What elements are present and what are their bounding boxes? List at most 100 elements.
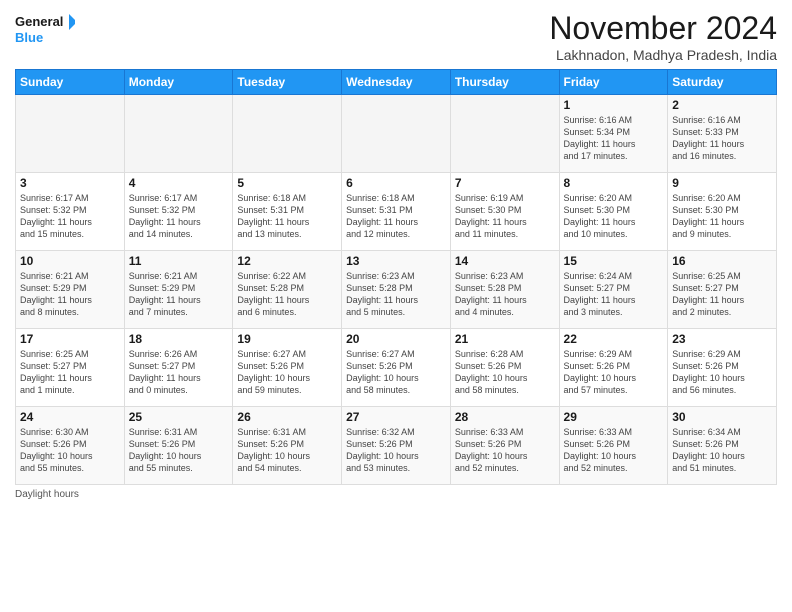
day-number: 22	[564, 332, 664, 346]
day-number: 7	[455, 176, 555, 190]
week-row-2: 10 Sunrise: 6:21 AM Sunset: 5:29 PM Dayli…	[16, 251, 777, 329]
day-cell: 20 Sunrise: 6:27 AM Sunset: 5:26 PM Dayli…	[342, 329, 451, 407]
week-row-4: 24 Sunrise: 6:30 AM Sunset: 5:26 PM Dayli…	[16, 407, 777, 485]
col-monday: Monday	[124, 70, 233, 95]
day-info: Sunrise: 6:25 AM Sunset: 5:27 PM Dayligh…	[672, 270, 772, 319]
day-info: Sunrise: 6:33 AM Sunset: 5:26 PM Dayligh…	[564, 426, 664, 475]
day-number: 10	[20, 254, 120, 268]
day-info: Sunrise: 6:31 AM Sunset: 5:26 PM Dayligh…	[237, 426, 337, 475]
day-number: 2	[672, 98, 772, 112]
day-cell	[233, 95, 342, 173]
day-number: 19	[237, 332, 337, 346]
week-row-3: 17Sunrise: 6:25 AM Sunset: 5:27 PM Dayli…	[16, 329, 777, 407]
col-saturday: Saturday	[668, 70, 777, 95]
day-info: Sunrise: 6:27 AM Sunset: 5:26 PM Dayligh…	[237, 348, 337, 397]
day-cell: 17Sunrise: 6:25 AM Sunset: 5:27 PM Dayli…	[16, 329, 125, 407]
day-cell: 4 Sunrise: 6:17 AM Sunset: 5:32 PM Daylig…	[124, 173, 233, 251]
day-cell	[450, 95, 559, 173]
day-number: 12	[237, 254, 337, 268]
logo-svg: General Blue	[15, 10, 75, 50]
week-row-1: 3 Sunrise: 6:17 AM Sunset: 5:32 PM Daylig…	[16, 173, 777, 251]
day-number: 13	[346, 254, 446, 268]
day-number: 23	[672, 332, 772, 346]
day-cell: 19 Sunrise: 6:27 AM Sunset: 5:26 PM Dayli…	[233, 329, 342, 407]
day-info: Sunrise: 6:18 AM Sunset: 5:31 PM Dayligh…	[237, 192, 337, 241]
day-number: 30	[672, 410, 772, 424]
day-info: Sunrise: 6:17 AM Sunset: 5:32 PM Dayligh…	[20, 192, 120, 241]
week-row-0: 1 Sunrise: 6:16 AM Sunset: 5:34 PM Daylig…	[16, 95, 777, 173]
day-number: 5	[237, 176, 337, 190]
calendar: Sunday Monday Tuesday Wednesday Thursday…	[15, 69, 777, 485]
location: Lakhnadon, Madhya Pradesh, India	[549, 47, 777, 63]
day-cell: 26 Sunrise: 6:31 AM Sunset: 5:26 PM Dayli…	[233, 407, 342, 485]
day-cell: 13 Sunrise: 6:23 AM Sunset: 5:28 PM Dayli…	[342, 251, 451, 329]
day-number: 26	[237, 410, 337, 424]
day-number: 1	[564, 98, 664, 112]
svg-text:General: General	[15, 14, 63, 29]
day-number: 29	[564, 410, 664, 424]
day-info: Sunrise: 6:23 AM Sunset: 5:28 PM Dayligh…	[455, 270, 555, 319]
day-cell: 10 Sunrise: 6:21 AM Sunset: 5:29 PM Dayli…	[16, 251, 125, 329]
day-cell: 15Sunrise: 6:24 AM Sunset: 5:27 PM Dayli…	[559, 251, 668, 329]
day-info: Sunrise: 6:32 AM Sunset: 5:26 PM Dayligh…	[346, 426, 446, 475]
day-number: 28	[455, 410, 555, 424]
day-number: 24	[20, 410, 120, 424]
day-info: Sunrise: 6:33 AM Sunset: 5:26 PM Dayligh…	[455, 426, 555, 475]
day-number: 3	[20, 176, 120, 190]
day-info: Sunrise: 6:19 AM Sunset: 5:30 PM Dayligh…	[455, 192, 555, 241]
day-number: 11	[129, 254, 229, 268]
day-cell: 11Sunrise: 6:21 AM Sunset: 5:29 PM Dayli…	[124, 251, 233, 329]
day-info: Sunrise: 6:29 AM Sunset: 5:26 PM Dayligh…	[672, 348, 772, 397]
day-info: Sunrise: 6:20 AM Sunset: 5:30 PM Dayligh…	[672, 192, 772, 241]
day-cell: 5 Sunrise: 6:18 AM Sunset: 5:31 PM Daylig…	[233, 173, 342, 251]
day-info: Sunrise: 6:25 AM Sunset: 5:27 PM Dayligh…	[20, 348, 120, 397]
day-cell: 8Sunrise: 6:20 AM Sunset: 5:30 PM Daylig…	[559, 173, 668, 251]
day-info: Sunrise: 6:20 AM Sunset: 5:30 PM Dayligh…	[564, 192, 664, 241]
col-wednesday: Wednesday	[342, 70, 451, 95]
day-info: Sunrise: 6:30 AM Sunset: 5:26 PM Dayligh…	[20, 426, 120, 475]
day-cell: 21Sunrise: 6:28 AM Sunset: 5:26 PM Dayli…	[450, 329, 559, 407]
day-number: 27	[346, 410, 446, 424]
day-info: Sunrise: 6:23 AM Sunset: 5:28 PM Dayligh…	[346, 270, 446, 319]
svg-text:Blue: Blue	[15, 30, 43, 45]
day-number: 16	[672, 254, 772, 268]
logo: General Blue	[15, 10, 75, 50]
day-info: Sunrise: 6:31 AM Sunset: 5:26 PM Dayligh…	[129, 426, 229, 475]
day-cell: 29 Sunrise: 6:33 AM Sunset: 5:26 PM Dayli…	[559, 407, 668, 485]
day-number: 9	[672, 176, 772, 190]
day-cell: 18 Sunrise: 6:26 AM Sunset: 5:27 PM Dayli…	[124, 329, 233, 407]
day-info: Sunrise: 6:26 AM Sunset: 5:27 PM Dayligh…	[129, 348, 229, 397]
day-cell: 1 Sunrise: 6:16 AM Sunset: 5:34 PM Daylig…	[559, 95, 668, 173]
day-cell: 30 Sunrise: 6:34 AM Sunset: 5:26 PM Dayli…	[668, 407, 777, 485]
day-cell: 27 Sunrise: 6:32 AM Sunset: 5:26 PM Dayli…	[342, 407, 451, 485]
day-info: Sunrise: 6:17 AM Sunset: 5:32 PM Dayligh…	[129, 192, 229, 241]
day-cell: 23 Sunrise: 6:29 AM Sunset: 5:26 PM Dayli…	[668, 329, 777, 407]
day-cell: 22 Sunrise: 6:29 AM Sunset: 5:26 PM Dayli…	[559, 329, 668, 407]
day-number: 15	[564, 254, 664, 268]
title-block: November 2024 Lakhnadon, Madhya Pradesh,…	[549, 10, 777, 63]
day-info: Sunrise: 6:34 AM Sunset: 5:26 PM Dayligh…	[672, 426, 772, 475]
day-cell: 28 Sunrise: 6:33 AM Sunset: 5:26 PM Dayli…	[450, 407, 559, 485]
day-cell	[16, 95, 125, 173]
page: General Blue November 2024 Lakhnadon, Ma…	[0, 0, 792, 612]
day-number: 21	[455, 332, 555, 346]
day-cell: 3 Sunrise: 6:17 AM Sunset: 5:32 PM Daylig…	[16, 173, 125, 251]
day-cell: 16 Sunrise: 6:25 AM Sunset: 5:27 PM Dayli…	[668, 251, 777, 329]
day-number: 4	[129, 176, 229, 190]
day-info: Sunrise: 6:29 AM Sunset: 5:26 PM Dayligh…	[564, 348, 664, 397]
day-cell: 24 Sunrise: 6:30 AM Sunset: 5:26 PM Dayli…	[16, 407, 125, 485]
day-info: Sunrise: 6:16 AM Sunset: 5:34 PM Dayligh…	[564, 114, 664, 163]
day-number: 20	[346, 332, 446, 346]
day-cell	[342, 95, 451, 173]
col-tuesday: Tuesday	[233, 70, 342, 95]
day-cell: 6Sunrise: 6:18 AM Sunset: 5:31 PM Daylig…	[342, 173, 451, 251]
day-cell: 12 Sunrise: 6:22 AM Sunset: 5:28 PM Dayli…	[233, 251, 342, 329]
day-cell: 2Sunrise: 6:16 AM Sunset: 5:33 PM Daylig…	[668, 95, 777, 173]
day-info: Sunrise: 6:21 AM Sunset: 5:29 PM Dayligh…	[20, 270, 120, 319]
col-friday: Friday	[559, 70, 668, 95]
day-cell: 9 Sunrise: 6:20 AM Sunset: 5:30 PM Daylig…	[668, 173, 777, 251]
day-info: Sunrise: 6:27 AM Sunset: 5:26 PM Dayligh…	[346, 348, 446, 397]
day-cell: 25Sunrise: 6:31 AM Sunset: 5:26 PM Dayli…	[124, 407, 233, 485]
day-number: 18	[129, 332, 229, 346]
day-info: Sunrise: 6:22 AM Sunset: 5:28 PM Dayligh…	[237, 270, 337, 319]
